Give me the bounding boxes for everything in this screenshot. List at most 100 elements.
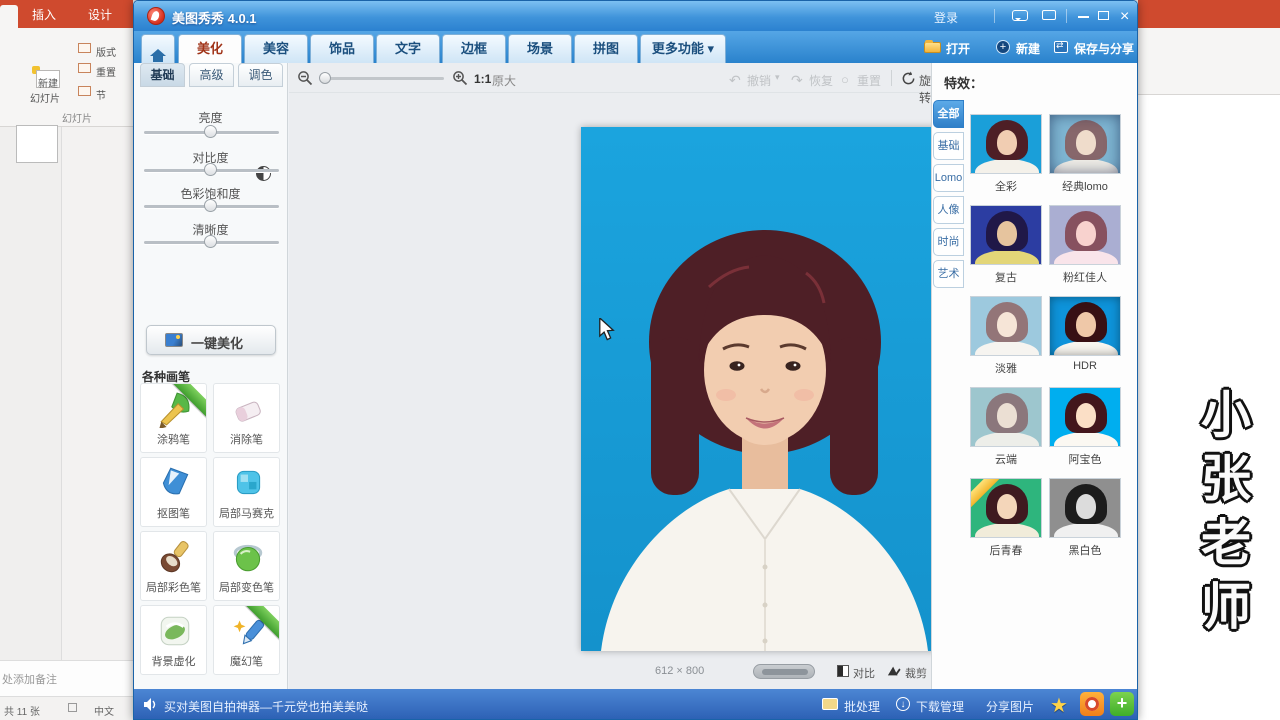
tool-cutout-pen[interactable]: 抠图笔 — [140, 457, 207, 527]
brightness-slider[interactable] — [144, 131, 279, 134]
ppt-layout-label[interactable]: 版式 — [96, 44, 116, 59]
tab-collage[interactable]: 拼图 — [574, 34, 638, 63]
ppt-layout-icon[interactable] — [78, 43, 91, 53]
ppt-reset-label[interactable]: 重置 — [96, 64, 116, 79]
photo-canvas[interactable] — [581, 127, 948, 651]
effect-item[interactable]: 复古 — [970, 205, 1044, 265]
effect-item[interactable]: 粉红佳人 — [1049, 205, 1123, 265]
panel-tab-advanced[interactable]: 高级 — [189, 63, 234, 87]
feedback-bubble-icon[interactable] — [1012, 10, 1028, 21]
tool-eraser-pen[interactable]: 消除笔 — [213, 383, 280, 453]
meitu-kankan-icon[interactable] — [1080, 692, 1104, 716]
crop-flag-icon[interactable] — [887, 664, 901, 678]
login-button[interactable]: 登录 — [934, 9, 958, 26]
tool-local-recolor-pen[interactable]: 局部变色笔 — [213, 531, 280, 601]
ppt-status-icon[interactable] — [68, 703, 77, 712]
zoom-ratio-label[interactable]: 原大 — [492, 72, 516, 89]
ppt-reset-icon[interactable] — [78, 63, 91, 73]
crop-footer-button[interactable]: 裁剪 — [905, 665, 927, 681]
redo-button[interactable]: 恢复 — [809, 72, 833, 89]
rotate-button[interactable]: 旋转 — [919, 72, 931, 106]
slider-thumb[interactable] — [204, 235, 217, 248]
announcement-text[interactable]: 买对美图自拍神器—千元党也拍美美哒 — [164, 698, 368, 715]
tab-scene[interactable]: 场景 — [508, 34, 572, 63]
batch-process-button[interactable]: 批处理 — [844, 698, 880, 715]
category-tab-art[interactable]: 艺术 — [933, 260, 964, 288]
undo-button[interactable]: 撤销 — [747, 72, 771, 89]
reset-icon[interactable]: ○ — [841, 72, 849, 87]
tool-doodle-pen[interactable]: 涂鸦笔 — [140, 383, 207, 453]
saturation-slider[interactable] — [144, 205, 279, 208]
tool-magic-pen[interactable]: 魔幻笔 — [213, 605, 280, 675]
zoom-fit-button[interactable] — [753, 664, 815, 679]
ppt-active-tab[interactable] — [0, 5, 18, 28]
rotate-icon[interactable] — [901, 71, 916, 86]
tool-local-mosaic[interactable]: 局部马赛克 — [213, 457, 280, 527]
add-app-icon[interactable]: + — [1110, 692, 1134, 716]
tab-cosmetic[interactable]: 美容 — [244, 34, 308, 63]
effect-item[interactable]: 全彩 — [970, 114, 1044, 174]
tool-local-color-pen[interactable]: 局部彩色笔 — [140, 531, 207, 601]
ppt-new-slide-label-1[interactable]: 新建 — [38, 75, 58, 90]
tab-more-features[interactable]: 更多功能 ▾ — [640, 34, 726, 63]
ppt-status-language[interactable]: 中文 — [94, 703, 114, 718]
tab-accessory[interactable]: 饰品 — [310, 34, 374, 63]
category-tab-portrait[interactable]: 人像 — [933, 196, 964, 224]
slider-thumb[interactable] — [204, 199, 217, 212]
download-manager-button[interactable]: 下载管理 — [916, 698, 964, 715]
ppt-new-slide-label-2[interactable]: 幻灯片 — [30, 90, 60, 105]
recolor-bucket-icon — [229, 538, 267, 576]
ppt-tab-insert[interactable]: 插入 — [32, 6, 56, 23]
skin-icon[interactable] — [1042, 10, 1056, 20]
category-tab-lomo[interactable]: Lomo — [933, 164, 964, 192]
redo-icon[interactable]: ↷ — [791, 72, 803, 89]
save-share-button[interactable]: 保存与分享 — [1074, 40, 1134, 57]
zoom-ratio[interactable]: 1:1 — [474, 72, 491, 86]
effect-item[interactable]: 经典lomo — [1049, 114, 1123, 174]
close-button[interactable]: × — [1120, 8, 1129, 26]
ppt-section-icon[interactable] — [78, 86, 91, 96]
slider-thumb[interactable] — [204, 125, 217, 138]
compare-button[interactable]: 对比 — [853, 665, 875, 681]
effect-item[interactable]: 后青春 — [970, 478, 1044, 538]
slider-thumb[interactable] — [204, 163, 217, 176]
category-tab-all[interactable]: 全部 — [933, 100, 964, 128]
panel-tab-basic[interactable]: 基础 — [140, 63, 185, 87]
compare-icon[interactable] — [837, 665, 849, 677]
zoom-slider-thumb[interactable] — [319, 72, 331, 84]
one-click-beautify-button[interactable]: 一键美化 — [146, 325, 276, 355]
maximize-button[interactable] — [1098, 11, 1109, 20]
category-tab-fashion[interactable]: 时尚 — [933, 228, 964, 256]
ppt-notes-area[interactable]: 处添加备注 — [0, 660, 133, 696]
tab-beautify[interactable]: 美化 — [178, 34, 242, 63]
minimize-button[interactable] — [1078, 16, 1089, 18]
effect-item[interactable]: 云端 — [970, 387, 1044, 447]
tool-background-blur[interactable]: 背景虚化 — [140, 605, 207, 675]
effect-item[interactable]: HDR — [1049, 296, 1123, 356]
panel-tab-tone[interactable]: 调色 — [238, 63, 283, 87]
ppt-slide-thumbnail[interactable] — [16, 125, 58, 163]
zoom-out-icon[interactable] — [297, 70, 313, 86]
new-button[interactable]: 新建 — [1016, 40, 1040, 57]
zoom-in-icon[interactable] — [452, 70, 468, 86]
category-tab-basic[interactable]: 基础 — [933, 132, 964, 160]
ppt-tab-design[interactable]: 设计 — [88, 6, 112, 23]
clarity-slider[interactable] — [144, 241, 279, 244]
effect-item[interactable]: 淡雅 — [970, 296, 1044, 356]
contrast-slider[interactable] — [144, 169, 279, 172]
undo-icon[interactable]: ↶ — [729, 72, 741, 89]
effect-item[interactable]: 阿宝色 — [1049, 387, 1123, 447]
ppt-section-label[interactable]: 节 — [96, 87, 106, 102]
tab-frame[interactable]: 边框 — [442, 34, 506, 63]
home-tab[interactable] — [141, 34, 175, 63]
tab-text[interactable]: 文字 — [376, 34, 440, 63]
favorite-star-icon[interactable]: ★ — [1050, 693, 1068, 718]
reset-button[interactable]: 重置 — [857, 72, 881, 89]
effect-thumbnail — [970, 296, 1042, 356]
share-picture-button[interactable]: 分享图片 — [986, 698, 1034, 715]
open-button[interactable]: 打开 — [946, 40, 970, 57]
effect-item[interactable]: 黑白色 — [1049, 478, 1123, 538]
effect-thumbnail — [970, 387, 1042, 447]
undo-dropdown-icon[interactable]: ▾ — [775, 72, 780, 83]
zoom-slider[interactable] — [319, 77, 444, 80]
